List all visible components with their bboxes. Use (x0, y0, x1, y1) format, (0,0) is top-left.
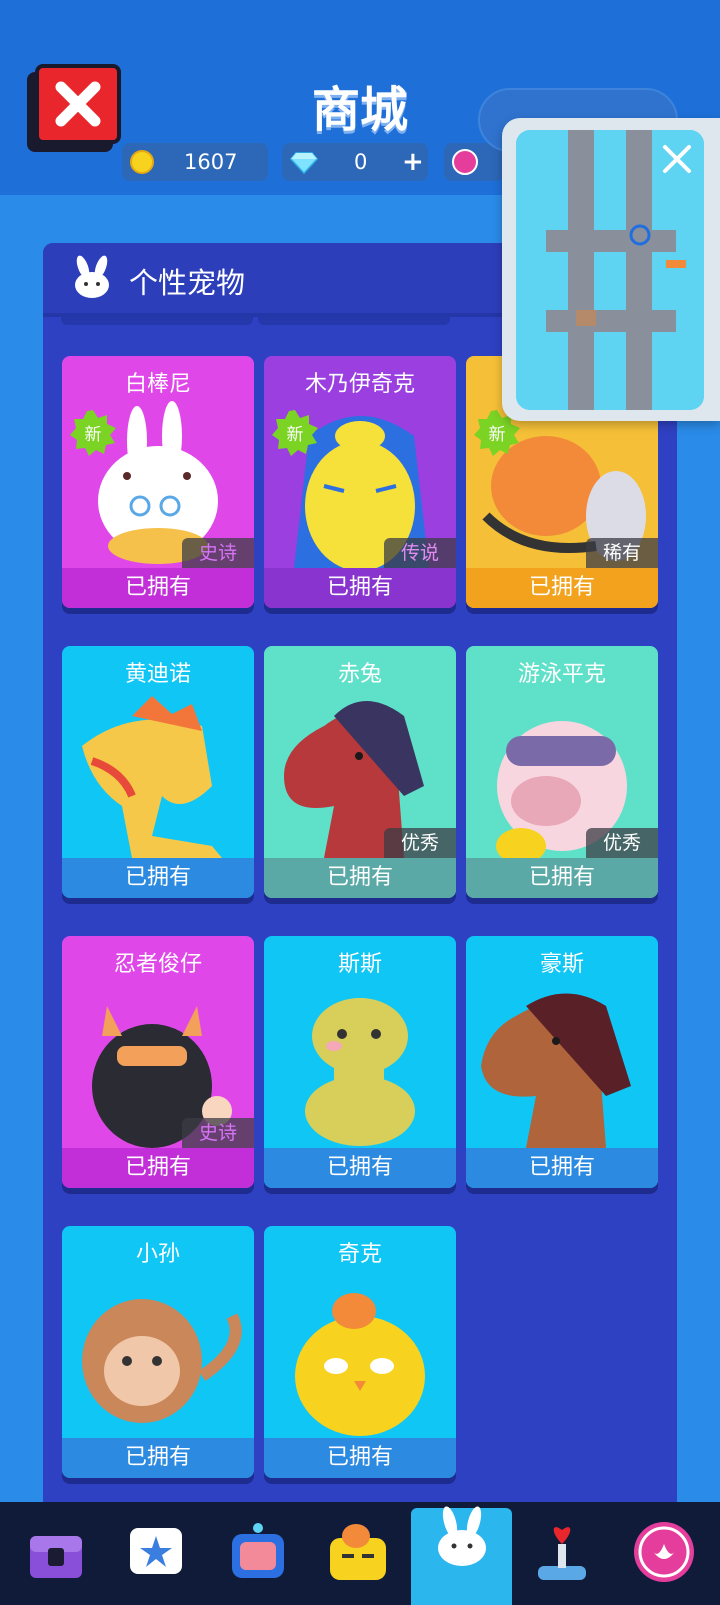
nav-item-robot[interactable] (226, 1520, 290, 1584)
add-gems-button[interactable]: + (402, 147, 424, 177)
pet-card[interactable]: 白棒尼 新 史诗 已拥有 (62, 356, 254, 608)
bunny-icon (75, 255, 109, 298)
owned-label: 已拥有 (466, 568, 658, 608)
owned-label: 已拥有 (466, 1148, 658, 1188)
new-label: 新 (286, 425, 304, 445)
pet-name: 黄迪诺 (124, 662, 191, 687)
pet-card[interactable]: 忍者俊仔 史诗 已拥有 (62, 936, 254, 1188)
pet-name: 斯斯 (337, 952, 382, 977)
owned-label: 已拥有 (264, 568, 456, 608)
rarity-tag: 优秀 (586, 828, 658, 858)
chest-icon (30, 1536, 82, 1578)
panel-title: 个性宠物 (129, 266, 246, 300)
card-edge (258, 317, 450, 325)
rarity-tag: 稀有 (586, 538, 658, 568)
pet-name: 奇克 (337, 1242, 382, 1267)
owned-label: 已拥有 (264, 1148, 456, 1188)
pet-card[interactable]: 小孙 已拥有 (62, 1226, 254, 1478)
pet-card[interactable]: 奇克 已拥有 (264, 1226, 456, 1478)
pet-name: 白棒尼 (124, 372, 191, 397)
game-preview (516, 130, 704, 410)
robot-tv-icon (232, 1523, 284, 1578)
gem-icon (290, 152, 318, 174)
rarity-tag: 史诗 (182, 538, 254, 568)
owned-label: 已拥有 (62, 858, 254, 898)
monkey-pet-art (82, 1299, 242, 1423)
nav-item-chest[interactable] (24, 1522, 88, 1586)
nav-item-star[interactable] (124, 1522, 188, 1586)
nav-item-chick[interactable] (326, 1520, 390, 1584)
pet-name: 游泳平克 (517, 662, 606, 687)
pet-card[interactable]: 黄迪诺 已拥有 (62, 646, 254, 898)
star-card-icon (130, 1528, 182, 1574)
pet-name: 小孙 (135, 1242, 180, 1267)
owned-label: 已拥有 (62, 568, 254, 608)
pet-card[interactable]: 赤兔 优秀 已拥有 (264, 646, 456, 898)
dino-pet-art (82, 696, 222, 858)
pet-card[interactable]: 豪斯 已拥有 (466, 936, 658, 1188)
coin-counter: 1607 (122, 143, 268, 181)
owned-label: 已拥有 (264, 1438, 456, 1478)
brown-horse-pet-art (481, 993, 631, 1148)
owned-label: 已拥有 (466, 858, 658, 898)
joystick-heart-icon (538, 1527, 586, 1580)
rarity-tag: 传说 (384, 538, 456, 568)
pet-name: 木乃伊奇克 (304, 372, 415, 397)
new-label: 新 (84, 425, 102, 445)
gem-value: 0 (354, 150, 368, 174)
card-edge (61, 317, 253, 325)
pet-card[interactable]: 木乃伊奇克 新 传说 已拥有 (264, 356, 456, 608)
lotus-icon (634, 1522, 694, 1582)
close-icon[interactable] (660, 142, 694, 176)
floating-video-window[interactable] (502, 118, 720, 421)
coin-icon (130, 150, 154, 174)
owned-label: 已拥有 (62, 1148, 254, 1188)
gem-counter: 0 + (282, 143, 428, 181)
pet-card[interactable]: 斯斯 已拥有 (264, 936, 456, 1188)
owned-label: 已拥有 (264, 858, 456, 898)
owned-label: 已拥有 (62, 1438, 254, 1478)
nav-item-lotus[interactable] (632, 1520, 696, 1584)
rarity-tag: 史诗 (182, 1118, 254, 1148)
chick-pet-art (295, 1293, 425, 1436)
chick-face-icon (330, 1524, 386, 1580)
bunny-pet-icon (438, 1506, 486, 1566)
new-label: 新 (488, 425, 506, 445)
pet-name: 忍者俊仔 (113, 952, 202, 977)
pet-name: 豪斯 (539, 952, 584, 977)
snake-pet-art (305, 998, 415, 1146)
nav-item-pets[interactable] (430, 1504, 494, 1568)
lotus-currency-icon (452, 149, 478, 175)
nav-item-joystick[interactable] (530, 1522, 594, 1586)
pet-name: 赤兔 (337, 662, 382, 687)
rarity-tag: 优秀 (384, 828, 456, 858)
coin-value: 1607 (184, 150, 238, 174)
pet-card[interactable]: 游泳平克 优秀 已拥有 (466, 646, 658, 898)
